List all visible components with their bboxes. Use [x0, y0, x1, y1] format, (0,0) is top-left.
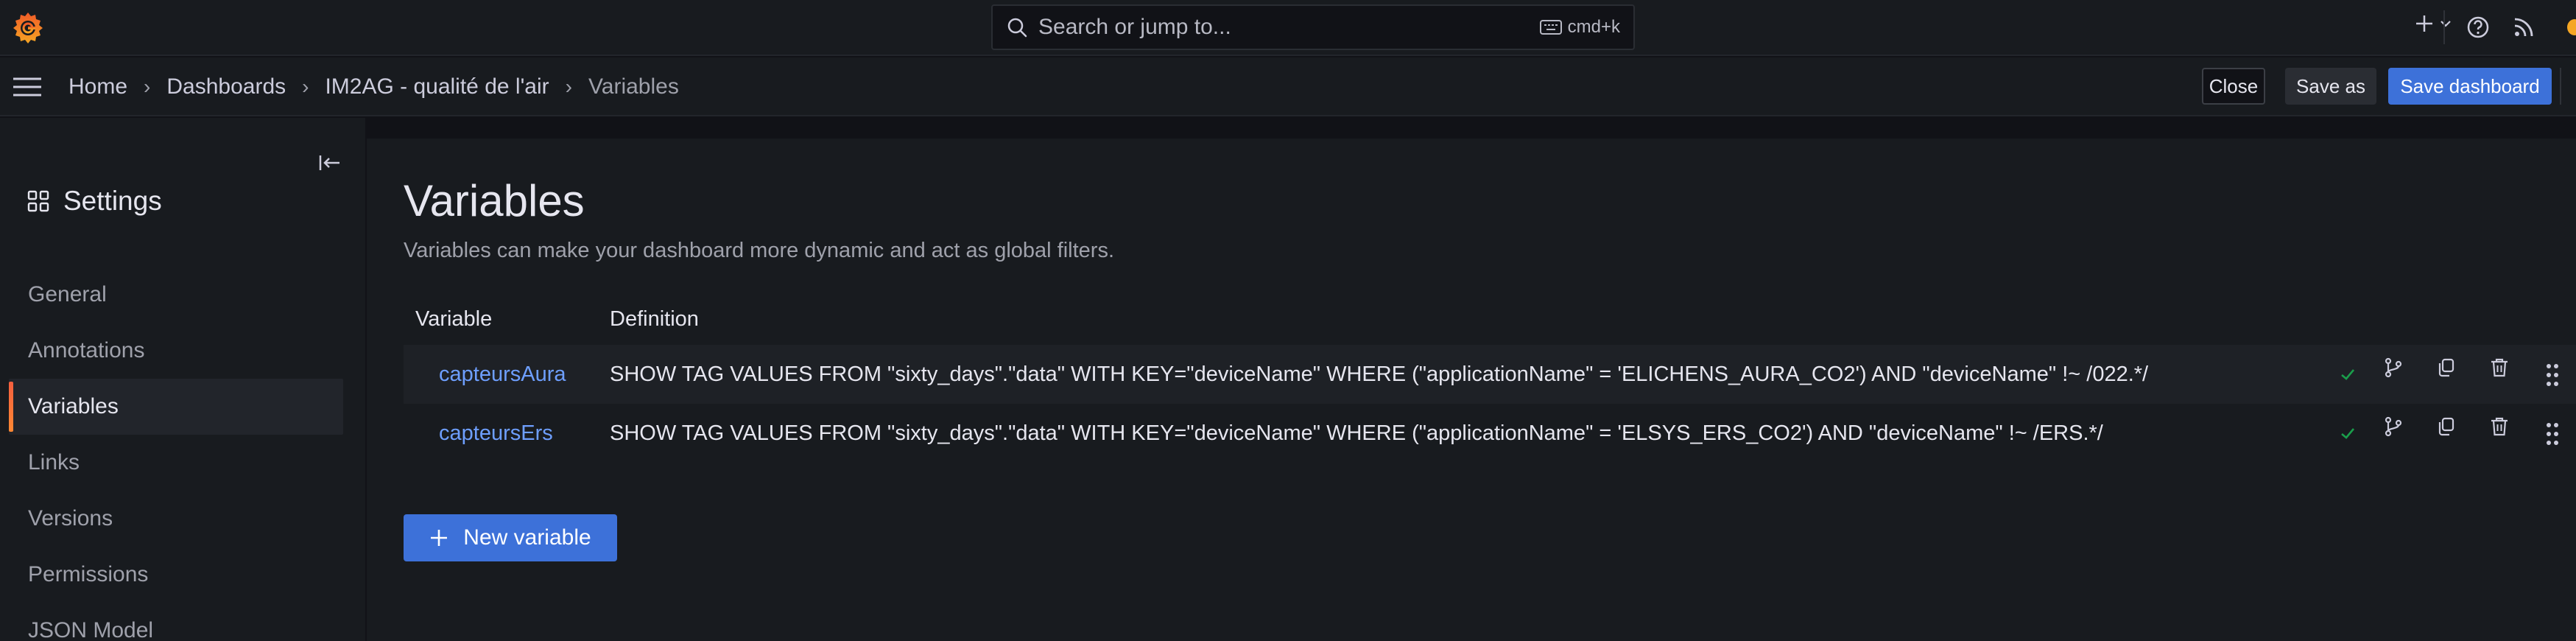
new-variable-label: New variable — [463, 525, 591, 550]
breadcrumb-separator-icon: › — [144, 75, 151, 98]
search-bar[interactable]: Search or jump to... cmd+k — [991, 4, 1635, 50]
new-variable-button[interactable]: New variable — [404, 514, 617, 561]
search-icon — [1007, 18, 1027, 38]
trash-icon[interactable] — [2488, 416, 2510, 438]
settings-heading: Settings — [27, 186, 162, 217]
variables-table: Variable Definition capteursAura SHOW TA… — [404, 293, 2576, 463]
breadcrumb-dashboard[interactable]: IM2AG - qualité de l'air — [325, 74, 549, 99]
settings-sidebar: Settings General Annotations Variables L… — [0, 118, 365, 641]
page-description: Variables can make your dashboard more d… — [404, 239, 1115, 262]
drag-handle-icon[interactable] — [2541, 423, 2563, 445]
shortcut-text: cmd+k — [1567, 17, 1620, 37]
table-row: capteursAura SHOW TAG VALUES FROM "sixty… — [404, 345, 2576, 404]
variable-name-link[interactable]: capteursAura — [404, 362, 610, 387]
variable-definition: SHOW TAG VALUES FROM "sixty_days"."data"… — [610, 362, 2149, 386]
breadcrumb-dashboards[interactable]: Dashboards — [166, 74, 286, 99]
dashboard-toolbar: Home › Dashboards › IM2AG - qualité de l… — [0, 57, 2576, 116]
trash-icon[interactable] — [2488, 357, 2510, 379]
copy-icon[interactable] — [2435, 357, 2457, 379]
row-actions — [2329, 345, 2576, 404]
settings-title: Settings — [63, 186, 162, 216]
chevron-down-icon — [2440, 21, 2451, 27]
grafana-logo[interactable] — [10, 10, 46, 46]
check-icon — [2337, 422, 2359, 444]
breadcrumb-current: Variables — [588, 74, 679, 99]
sidebar-item-variables[interactable]: Variables — [9, 379, 343, 435]
divider — [2560, 68, 2561, 105]
plus-icon — [2416, 15, 2432, 32]
breadcrumb: Home › Dashboards › IM2AG - qualité de l… — [68, 72, 679, 102]
sidebar-item-permissions[interactable]: Permissions — [0, 547, 365, 603]
table-row: capteursErs SHOW TAG VALUES FROM "sixty_… — [404, 404, 2576, 463]
page-title: Variables — [404, 176, 585, 225]
keyboard-icon — [1539, 20, 1562, 35]
close-button[interactable]: Close — [2202, 68, 2265, 105]
menu-icon[interactable] — [12, 75, 43, 99]
plus-icon — [431, 530, 448, 546]
check-icon — [2337, 363, 2359, 385]
keyboard-shortcut-hint: cmd+k — [1539, 17, 1620, 38]
drag-handle-icon[interactable] — [2541, 364, 2563, 386]
save-dashboard-button[interactable]: Save dashboard — [2388, 68, 2552, 105]
save-as-button[interactable]: Save as — [2285, 68, 2376, 105]
sidebar-item-links[interactable]: Links — [0, 435, 365, 491]
sidebar-item-json-model[interactable]: JSON Model — [0, 603, 365, 641]
variable-definition: SHOW TAG VALUES FROM "sixty_days"."data"… — [610, 421, 2103, 445]
help-icon[interactable] — [2466, 15, 2491, 43]
settings-nav: General Annotations Variables Links Vers… — [0, 267, 365, 641]
row-actions — [2329, 404, 2576, 463]
apps-grid-icon — [27, 190, 49, 212]
branch-icon[interactable] — [2382, 357, 2404, 379]
news-feed-icon[interactable] — [2511, 15, 2536, 43]
copy-icon[interactable] — [2435, 416, 2457, 438]
avatar[interactable] — [2567, 19, 2576, 35]
column-header-definition: Definition — [610, 307, 699, 331]
sidebar-item-versions[interactable]: Versions — [0, 491, 365, 547]
search-placeholder: Search or jump to... — [1038, 15, 1231, 39]
table-header: Variable Definition — [404, 293, 2576, 345]
variables-panel: Variables Variables can make your dashbo… — [367, 139, 2576, 641]
divider — [2443, 10, 2445, 44]
column-header-variable: Variable — [415, 307, 493, 331]
sidebar-item-annotations[interactable]: Annotations — [0, 323, 365, 379]
top-navbar: Search or jump to... cmd+k — [0, 0, 2576, 56]
collapse-sidebar-icon[interactable] — [318, 152, 342, 174]
add-new-button[interactable] — [2414, 13, 2452, 34]
sidebar-item-general[interactable]: General — [0, 267, 365, 323]
breadcrumb-separator-icon: › — [302, 75, 309, 98]
breadcrumb-separator-icon: › — [565, 75, 572, 98]
breadcrumb-home[interactable]: Home — [68, 74, 127, 99]
branch-icon[interactable] — [2382, 416, 2404, 438]
variable-name-link[interactable]: capteursErs — [404, 421, 610, 446]
